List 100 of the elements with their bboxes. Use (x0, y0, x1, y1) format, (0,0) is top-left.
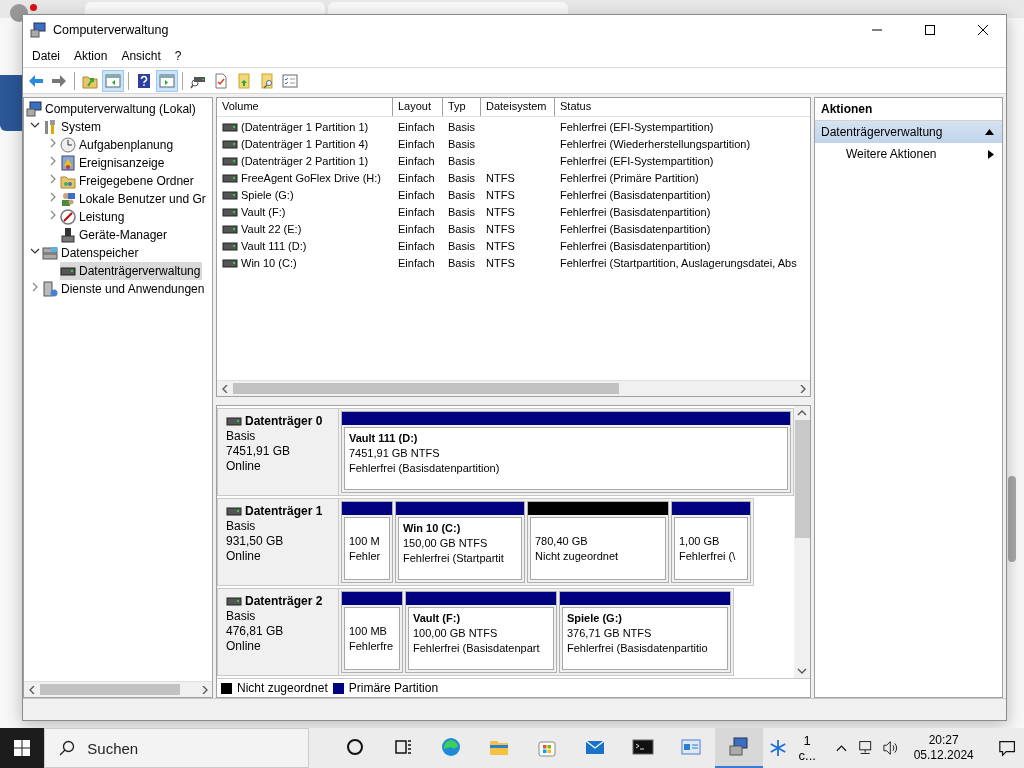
menu-item[interactable]: Datei (25, 47, 67, 65)
scroll-left-icon[interactable] (220, 384, 229, 393)
table-cell: NTFS (486, 188, 515, 201)
arrow-right-icon (51, 72, 67, 89)
table-cell: Fehlerfrei (Basisdatenpartition) (560, 205, 711, 218)
partition[interactable]: Vault 111 (D:) 7451,91 GB NTFS Fehlerfrei (Basisdatenpartition) (341, 411, 791, 493)
triangle-right-icon (988, 149, 994, 159)
partition-size: 376,71 GB NTFS (567, 626, 653, 641)
table-cell: Einfach (398, 222, 435, 235)
background-panel (0, 75, 22, 131)
table-cell: Fehlerfrei (Basisdatenpartition) (560, 222, 711, 235)
shared-folder-icon (60, 173, 76, 189)
partition[interactable]: 100 M Fehler (341, 501, 393, 583)
table-cell: Basis (448, 120, 475, 133)
network-icon[interactable] (856, 740, 874, 756)
disk-status: Online (226, 459, 262, 474)
partition[interactable]: Spiele (G:) 376,71 GB NTFS Fehlerfrei (Basisdatenpartitio (559, 591, 731, 673)
disk-info-panel[interactable]: Datenträger 0 Basis 7451,91 GB Online (217, 408, 339, 496)
volume-row[interactable]: FreeAgent GoFlex Drive (H:) Einfach Basis NTFS Fehlerfrei (Primäre Partition) (217, 169, 810, 186)
column-header[interactable]: Dateisystem (481, 98, 555, 116)
volume-row[interactable]: Spiele (G:) Einfach Basis NTFS Fehlerfrei (Basisdatenpartition) (217, 186, 810, 203)
notification-icon[interactable] (997, 738, 1016, 758)
tree-item[interactable]: Datenträgerverwaltung (60, 262, 203, 280)
tree-item[interactable]: Datenspeicher (42, 244, 141, 262)
notification-dot (30, 4, 37, 11)
column-header[interactable]: Status (555, 98, 810, 116)
disk-type: Basis (226, 429, 257, 444)
tree-item[interactable]: Dienste und Anwendungen (42, 280, 207, 298)
partition-header-bar (342, 502, 392, 515)
column-header[interactable]: Typ (443, 98, 481, 116)
table-cell: (Datenträger 1 Partition 4) (241, 137, 369, 150)
disk-size: 931,50 GB (226, 534, 285, 549)
search-placeholder: Suchen (87, 739, 139, 757)
tree-item[interactable]: Freigegebene Ordner (60, 172, 196, 190)
partition[interactable]: 1,00 GB Fehlerfrei (\ (671, 501, 751, 583)
partition-status: Fehlerfrei (\ (679, 548, 737, 564)
clock[interactable]: 20:27 05.12.2024 (909, 733, 978, 763)
search-field[interactable]: Suchen (44, 728, 309, 768)
chevron-up-icon[interactable] (835, 744, 847, 752)
tree-item[interactable]: System (42, 118, 103, 136)
tree-item[interactable]: Computerverwaltung (Lokal) (26, 100, 198, 118)
column-header[interactable]: Volume (217, 98, 393, 116)
volume-row[interactable]: Vault (F:) Einfach Basis NTFS Fehlerfrei (Basisdatenpartition) (217, 203, 810, 220)
snowflake-icon (768, 738, 787, 758)
partition[interactable]: 780,40 GB Nicht zugeordnet (527, 501, 669, 583)
horizontal-scrollbar[interactable] (217, 380, 810, 396)
disk-info-panel[interactable]: Datenträger 1 Basis 931,50 GB Online (217, 498, 339, 586)
speaker-icon[interactable] (883, 740, 900, 756)
column-header[interactable]: Layout (393, 98, 443, 116)
table-cell: (Datenträger 2 Partition 1) (241, 154, 369, 167)
tree-item[interactable]: Ereignisanzeige (60, 154, 167, 172)
vertical-scrollbar[interactable] (794, 406, 810, 678)
action-item[interactable]: Weitere Aktionen (815, 143, 1002, 165)
scroll-right-icon[interactable] (200, 685, 209, 694)
maximize-icon (925, 25, 935, 35)
volume-row[interactable]: Win 10 (C:) Einfach Basis NTFS Fehlerfrei (Startpartition, Auslagerungsdatei, Abs (217, 254, 810, 271)
partition-header-bar (342, 592, 402, 605)
partition[interactable]: Vault (F:) 100,00 GB NTFS Fehlerfrei (Basisdatenpart (405, 591, 557, 673)
scroll-left-icon[interactable] (27, 685, 36, 694)
disk-size: 7451,91 GB (226, 444, 292, 459)
weather-widget[interactable]: 1 c... (762, 733, 826, 763)
menu-item[interactable]: ? (167, 47, 189, 65)
table-cell: Fehlerfrei (Startpartition, Auslagerungsdatei, Abs (560, 256, 797, 269)
volume-row[interactable]: (Datenträger 2 Partition 1) Einfach Basis Fehlerfrei (EFI-Systempartition) (217, 152, 810, 169)
partition-status: Fehlerfrei (Basisdatenpartition) (349, 461, 501, 476)
table-cell: Fehlerfrei (EFI-Systempartition) (560, 154, 714, 167)
menu-item[interactable]: Aktion (67, 47, 115, 65)
tree-item[interactable]: Aufgabenplanung (60, 136, 176, 154)
partition[interactable]: 100 MB Fehlerfre (341, 591, 403, 673)
start-button[interactable] (0, 728, 45, 768)
partition-size: 100 M (349, 533, 381, 549)
tree-item[interactable]: Geräte-Manager (60, 226, 170, 244)
partition[interactable]: Win 10 (C:) 150,00 GB NTFS Fehlerfrei (Startpartit (395, 501, 525, 583)
horizontal-scrollbar[interactable] (24, 681, 212, 697)
disk-info-panel[interactable]: Datenträger 2 Basis 476,81 GB Online (217, 588, 339, 676)
table-cell: Vault 111 (D:) (241, 239, 307, 252)
table-cell: NTFS (486, 205, 515, 218)
volume-row[interactable]: Vault 111 (D:) Einfach Basis NTFS Fehlerfrei (Basisdatenpartition) (217, 237, 810, 254)
table-cell: (Datenträger 1 Partition 1) (241, 120, 369, 133)
table-cell: Basis (448, 205, 475, 218)
time-text: 20:27 (928, 733, 959, 748)
scrollbar-thumb[interactable] (1008, 476, 1016, 562)
scroll-right-icon[interactable] (798, 384, 807, 393)
table-cell: Einfach (398, 239, 435, 252)
window-title: Computerverwaltung (53, 23, 170, 37)
tree-item[interactable]: Leistung (60, 208, 127, 226)
volume-row[interactable]: Vault 22 (E:) Einfach Basis NTFS Fehlerfrei (Basisdatenpartition) (217, 220, 810, 237)
table-cell: Win 10 (C:) (241, 256, 297, 269)
table-cell: Einfach (398, 171, 435, 184)
volume-row[interactable]: (Datenträger 1 Partition 1) Einfach Basis Fehlerfrei (EFI-Systempartition) (217, 118, 810, 135)
menu-item[interactable]: Ansicht (114, 47, 168, 65)
tree-item[interactable]: Lokale Benutzer und Gr (60, 190, 208, 208)
disk-name: Datenträger 2 (245, 593, 323, 609)
actions-section-header[interactable]: Datenträgerverwaltung (815, 121, 1002, 143)
computer-icon (26, 101, 42, 117)
table-cell: Basis (448, 256, 475, 269)
document-check-icon (213, 72, 229, 89)
volume-row[interactable]: (Datenträger 1 Partition 4) Einfach Basis Fehlerfrei (Wiederherstellungspartition) (217, 135, 810, 152)
table-cell: Vault 22 (E:) (241, 222, 302, 235)
partition-size: 1,00 GB (679, 533, 721, 549)
